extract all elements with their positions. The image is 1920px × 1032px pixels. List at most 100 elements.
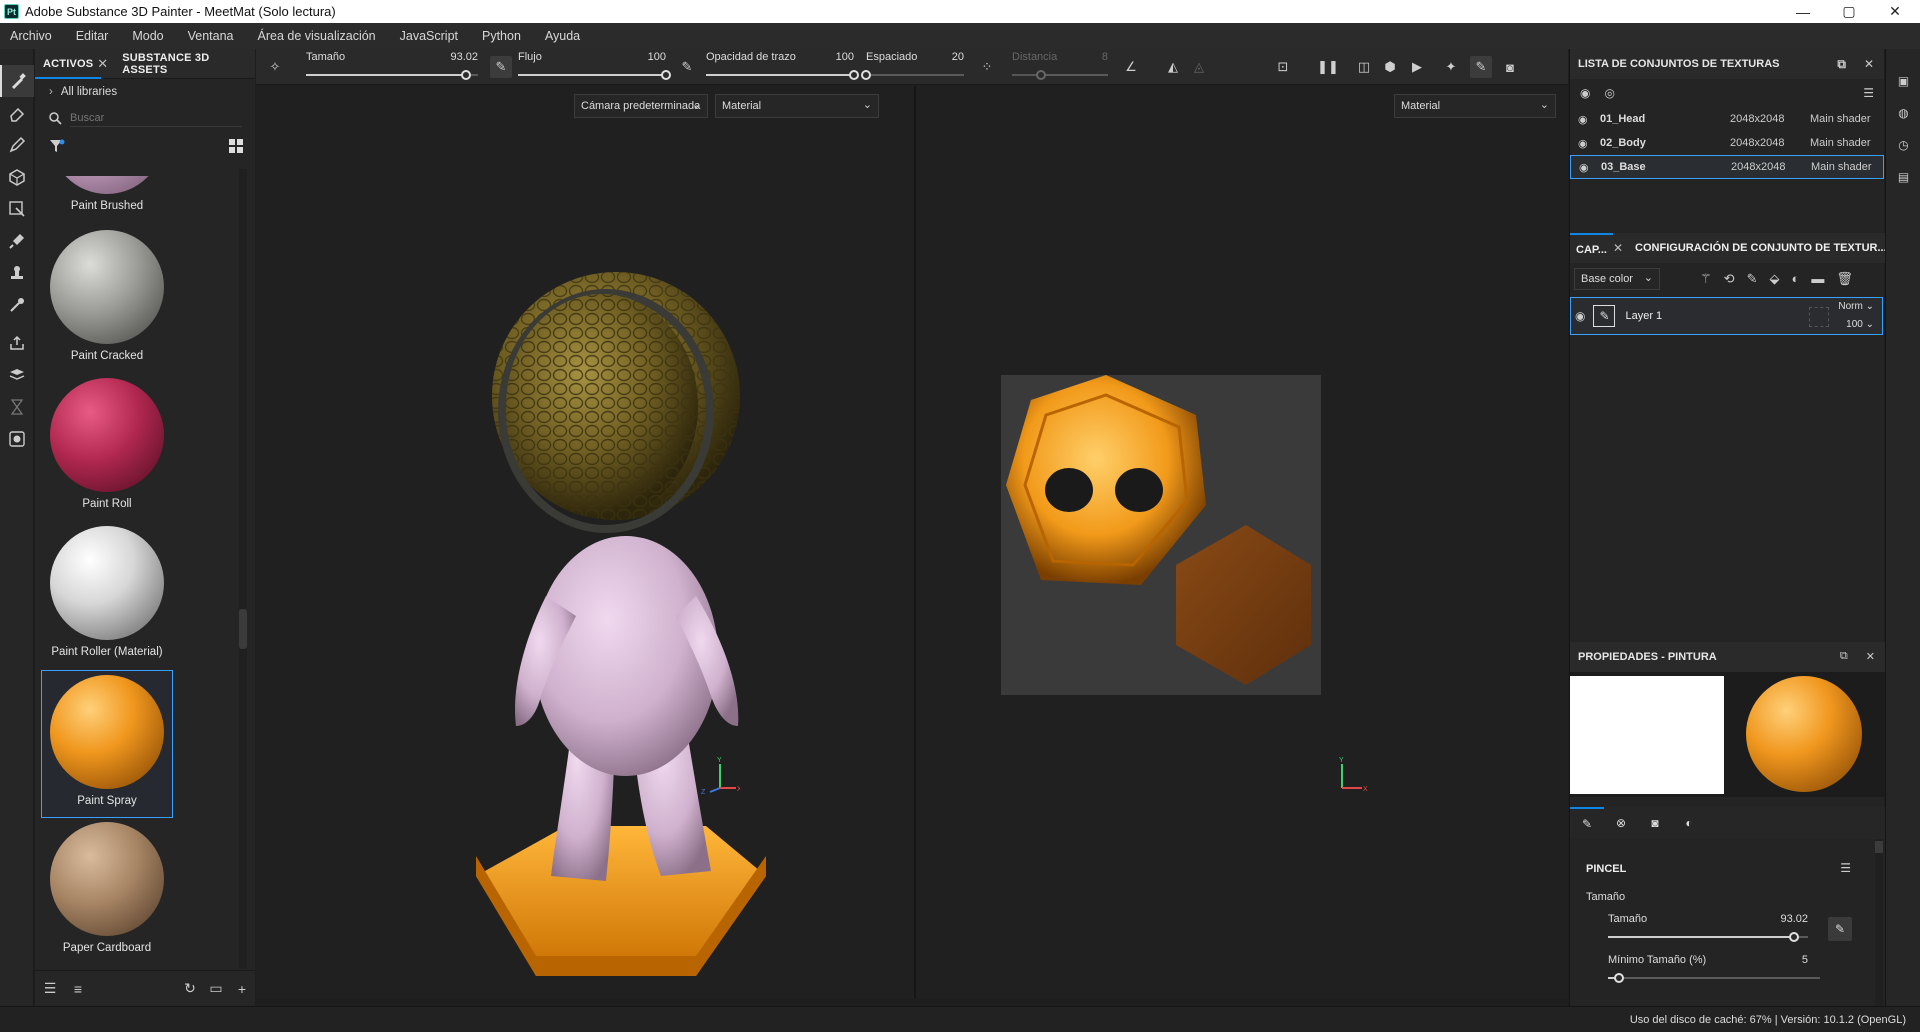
add-mask-icon[interactable]: ⟲ — [1724, 271, 1735, 287]
eye-icon[interactable]: ◉ — [1578, 137, 1594, 150]
cube-view-icon[interactable]: ⬢ — [1379, 56, 1401, 78]
asset-paint-cracked[interactable]: Paint Cracked — [41, 226, 173, 374]
camera-dropdown[interactable]: Cámara predeterminada ⌄ — [574, 94, 708, 118]
stamp-tool[interactable] — [0, 257, 34, 289]
brush-mode-icon[interactable]: ✎ — [1470, 56, 1492, 78]
add-paint-layer-icon[interactable]: ✎ — [1747, 271, 1758, 287]
asset-paint-spray[interactable]: Paint Spray — [41, 670, 173, 818]
stroke-settings-icon[interactable]: ✧ — [264, 56, 286, 78]
pressure-toggle-icon[interactable]: ✎ — [1828, 917, 1852, 941]
material-tab-icon[interactable]: ⊗ — [1604, 816, 1638, 830]
asset-paper-cardboard[interactable]: Paper Cardboard — [41, 818, 173, 966]
menu-editar[interactable]: Editar — [76, 29, 109, 43]
add-icon[interactable]: + — [231, 978, 253, 1000]
smudge-tool[interactable] — [0, 193, 34, 225]
asset-paint-brushed[interactable]: Paint Brushed — [41, 176, 173, 224]
slider-knob[interactable] — [1613, 973, 1624, 983]
filter-icon[interactable] — [49, 138, 65, 154]
split-view-icon[interactable]: ◫ — [1353, 56, 1375, 78]
size-slider[interactable]: Tamaño 93.02 — [306, 51, 478, 83]
viewport-2d-mode-dropdown[interactable]: Material ⌄ — [1394, 94, 1556, 118]
symmetry-settings-icon[interactable]: ◬ — [1188, 56, 1210, 78]
close-tab-icon[interactable]: ✕ — [1613, 241, 1623, 255]
search-input[interactable] — [70, 109, 242, 127]
clone-tool[interactable] — [0, 225, 34, 257]
screen-capture-icon[interactable]: ⊡ — [1272, 56, 1294, 78]
asset-paint-roller-material[interactable]: Paint Roller (Material) — [41, 522, 173, 670]
maximize-button[interactable]: ▢ — [1826, 0, 1872, 23]
add-effect-icon[interactable]: ⚚ — [1700, 271, 1712, 287]
min-size-slider[interactable]: Mínimo Tamaño (%) 5 — [1608, 954, 1820, 986]
texture-set-row-selected[interactable]: ◉ 03_Base 2048x2048 Main shader — [1570, 155, 1884, 179]
flow-pressure-toggle[interactable] — [580, 56, 602, 78]
tab-layers[interactable]: CAP... — [1570, 233, 1613, 263]
brush-alpha-preview[interactable] — [1570, 676, 1724, 794]
alpha-tab-icon[interactable]: ◙ — [1638, 816, 1672, 830]
sort-icon[interactable]: ≡ — [67, 978, 89, 1000]
grid-view-icon[interactable] — [229, 139, 243, 153]
slider-knob[interactable] — [1035, 70, 1046, 80]
layer-opacity-dropdown[interactable]: 100 ⌄ — [1846, 319, 1874, 330]
delete-layer-icon[interactable]: 🗑 — [1836, 271, 1853, 287]
channel-dropdown[interactable]: Base color ⌄ — [1574, 268, 1660, 290]
distance-slider[interactable]: Distancia 8 — [1012, 51, 1108, 83]
texture-set-row[interactable]: ◉ 01_Head 2048x2048 Main shader — [1570, 107, 1884, 131]
tab-activos[interactable]: ACTIVOS — [35, 49, 102, 79]
assets-scrollbar[interactable] — [239, 169, 247, 969]
uv-texture-preview[interactable] — [1001, 375, 1321, 695]
add-fill-layer-icon[interactable]: ⬙ — [1769, 271, 1779, 287]
menu-ventana[interactable]: Ventana — [188, 29, 234, 43]
geometry-fill-tool[interactable] — [0, 161, 34, 193]
smart-material-icon[interactable]: ◐ — [1791, 271, 1799, 287]
viewport-3d[interactable]: Cámara predeterminada ⌄ Material ⌄ Y X Z — [256, 86, 914, 999]
menu-area-visualizacion[interactable]: Área de visualización — [258, 29, 376, 43]
close-tab-icon[interactable]: ✕ — [97, 56, 108, 72]
close-panel-icon[interactable]: ✕ — [1866, 650, 1875, 663]
export-tool[interactable] — [0, 327, 34, 359]
menu-modo[interactable]: Modo — [132, 29, 163, 43]
angle-icon[interactable]: ∠ — [1120, 56, 1142, 78]
menu-archivo[interactable]: Archivo — [10, 29, 52, 43]
visibility-settings-icon[interactable]: ◉ — [1580, 86, 1590, 100]
scrollbar-thumb[interactable] — [239, 609, 247, 649]
paint-brush-tool[interactable] — [0, 65, 34, 97]
eraser-tool[interactable] — [0, 97, 34, 129]
properties-size-slider[interactable]: Tamaño 93.02 — [1608, 913, 1808, 945]
bake-tool[interactable] — [0, 359, 34, 391]
slider-knob[interactable] — [849, 70, 859, 80]
pressure-opacity-toggle[interactable]: ✎ — [676, 56, 698, 78]
menu-ayuda[interactable]: Ayuda — [545, 29, 580, 43]
menu-python[interactable]: Python — [482, 29, 521, 43]
slider-knob[interactable] — [861, 70, 871, 80]
library-selector[interactable]: › All libraries — [35, 79, 255, 105]
blend-mode-dropdown[interactable]: Norm ⌄ — [1838, 301, 1874, 312]
meetmat-3d-model[interactable] — [456, 256, 776, 976]
viewport-3d-mode-dropdown[interactable]: Material ⌄ — [715, 94, 879, 118]
float-panel-icon[interactable]: ⧉ — [1840, 650, 1848, 663]
texture-set-panel-icon[interactable]: ▣ — [1886, 65, 1920, 97]
close-window-button[interactable]: ✕ — [1872, 0, 1918, 23]
float-panel-icon[interactable]: ⧉ — [1837, 57, 1846, 72]
stencil-tab-icon[interactable]: ◐ — [1672, 816, 1706, 830]
display-settings-icon[interactable]: ◍ — [1886, 97, 1920, 129]
color-picker-tool[interactable] — [0, 289, 34, 321]
projection-tool[interactable] — [0, 129, 34, 161]
close-panel-icon[interactable]: ✕ — [1864, 57, 1874, 72]
texture-set-row[interactable]: ◉ 02_Body 2048x2048 Main shader — [1570, 131, 1884, 155]
eye-icon[interactable]: ◉ — [1575, 309, 1585, 323]
properties-scrollbar[interactable] — [1875, 839, 1883, 1006]
tab-texture-set-config[interactable]: CONFIGURACIÓN DE CONJUNTO DE TEXTUR... — [1635, 242, 1887, 254]
asset-paint-roll[interactable]: Paint Roll — [41, 374, 173, 522]
list-menu-icon[interactable]: ☰ — [1863, 86, 1874, 100]
slider-knob[interactable] — [1789, 932, 1799, 942]
spacing-slider[interactable]: Espaciado 20 — [861, 51, 964, 83]
log-icon[interactable]: ▤ — [1886, 161, 1920, 193]
eye-icon[interactable]: ◉ — [1579, 161, 1595, 174]
folder-icon[interactable]: ▭ — [205, 978, 227, 1000]
eye-icon[interactable]: ◉ — [1578, 113, 1594, 126]
refresh-icon[interactable]: ↻ — [179, 978, 201, 1000]
camera-video-icon[interactable]: ▶ — [1406, 56, 1428, 78]
tab-substance-assets[interactable]: SUBSTANCE 3D ASSETS — [114, 52, 255, 76]
section-menu-icon[interactable]: ☰ — [1840, 861, 1851, 875]
slider-knob[interactable] — [460, 70, 471, 80]
